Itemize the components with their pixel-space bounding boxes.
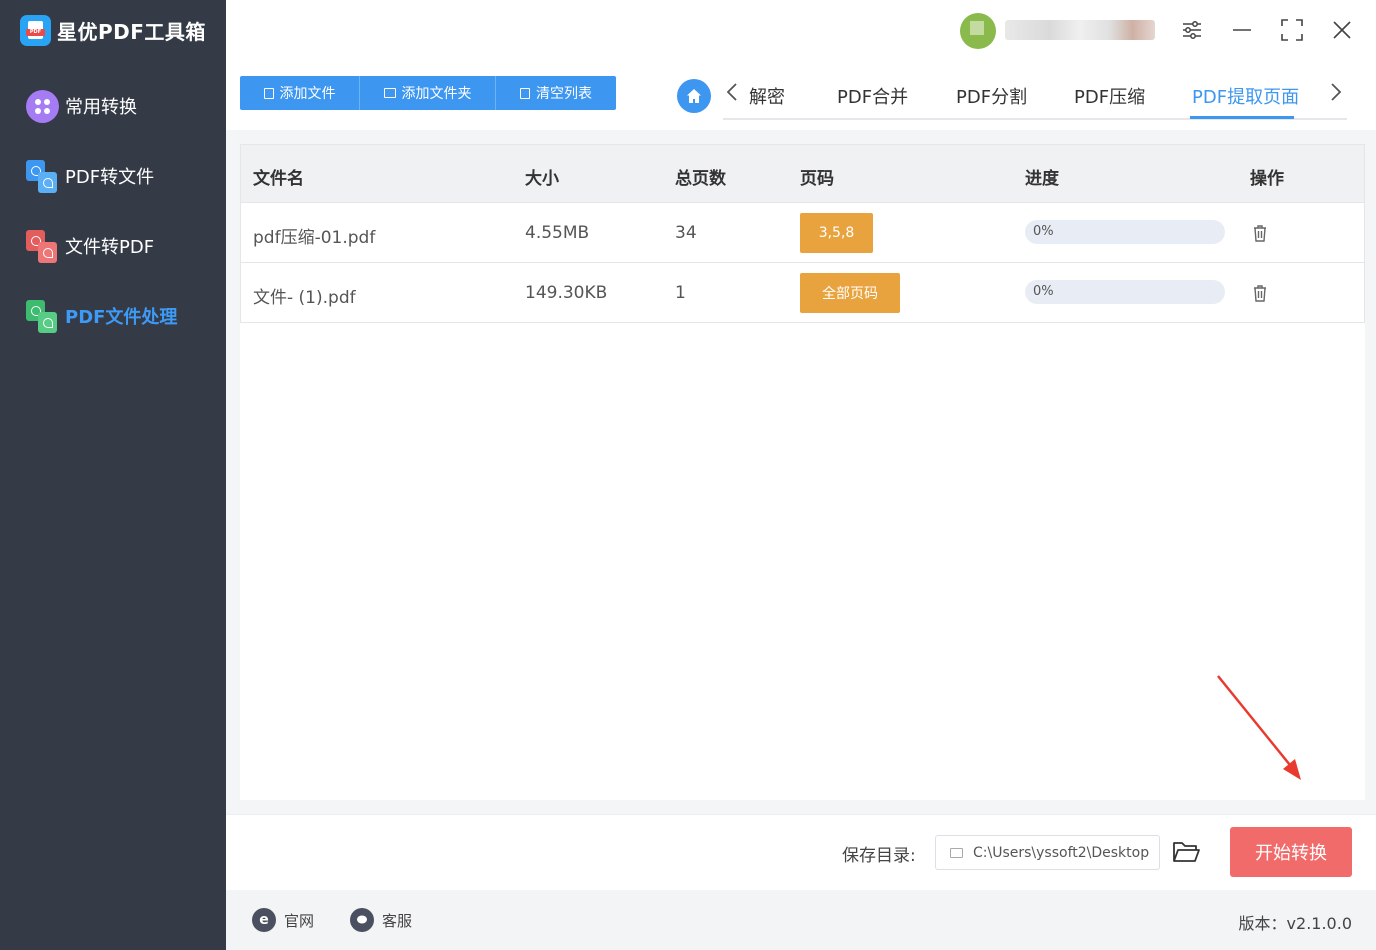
maximize-button[interactable] — [1277, 15, 1307, 45]
minimize-icon — [1233, 29, 1251, 31]
row-total-pages: 34 — [675, 223, 697, 243]
maximize-icon — [1281, 19, 1303, 41]
delete-row-button[interactable] — [1251, 223, 1269, 243]
user-avatar[interactable] — [960, 13, 996, 49]
sidebar-item-label: 常用转换 — [65, 97, 137, 118]
clear-list-button[interactable]: 清空列表 — [496, 76, 616, 110]
sidebar-item-label: PDF转文件 — [65, 167, 155, 188]
sidebar-item-label: PDF文件处理 — [65, 307, 178, 328]
tabs-prev-button[interactable] — [725, 81, 739, 109]
tab-decrypt[interactable]: 解密 — [749, 83, 785, 109]
folder-icon — [950, 847, 963, 858]
bottom-bar: 保存目录: C:\Users\yssoft2\Desktop 开始转换 — [226, 814, 1376, 890]
chevron-right-icon — [1331, 83, 1342, 101]
home-icon — [687, 89, 701, 103]
progress-bar: 0% — [1025, 220, 1225, 244]
page-range-button[interactable]: 3,5,8 — [800, 213, 873, 253]
close-button[interactable] — [1327, 15, 1357, 45]
function-tabs: 解密 PDF合并 PDF分割 PDF压缩 PDF提取页面 — [723, 75, 1347, 120]
file-to-pdf-icon — [26, 229, 59, 263]
website-label: 官网 — [284, 911, 315, 930]
file-table: 文件名 大小 总页数 页码 进度 操作 pdf压缩-01.pdf 4.55MB … — [240, 144, 1365, 800]
home-button[interactable] — [677, 79, 711, 113]
tabs-next-button[interactable] — [1329, 81, 1343, 109]
chat-bubble-icon — [350, 908, 374, 932]
website-link[interactable]: e 官网 — [252, 908, 314, 932]
add-folder-label: 添加文件夹 — [401, 86, 472, 102]
row-filename: 文件- (1).pdf — [253, 288, 356, 308]
folder-open-icon — [1173, 842, 1200, 862]
file-icon — [263, 87, 274, 99]
pdf-to-file-icon — [26, 159, 59, 193]
progress-text: 0% — [1033, 224, 1054, 239]
tab-pdf-split[interactable]: PDF分割 — [956, 83, 1027, 109]
app-logo-icon: PDF — [20, 14, 51, 46]
tab-pdf-compress[interactable]: PDF压缩 — [1074, 83, 1145, 109]
save-dir-value: C:\Users\yssoft2\Desktop — [973, 844, 1150, 861]
header-total-pages: 总页数 — [675, 169, 726, 189]
progress-text: 0% — [1033, 284, 1054, 299]
sidebar-item-label: 文件转PDF — [65, 237, 155, 258]
tab-pdf-extract-pages[interactable]: PDF提取页面 — [1192, 83, 1299, 109]
trash-icon — [520, 87, 530, 99]
table-row: 文件- (1).pdf 149.30KB 1 全部页码 0% — [240, 263, 1365, 323]
grid-circle-icon — [26, 89, 59, 123]
row-filename: pdf压缩-01.pdf — [253, 228, 376, 248]
active-tab-indicator — [1190, 116, 1294, 119]
browser-e-icon: e — [252, 908, 276, 932]
header-progress: 进度 — [1025, 169, 1059, 189]
close-icon — [1333, 21, 1351, 39]
add-folder-button[interactable]: 添加文件夹 — [360, 76, 496, 110]
support-link[interactable]: 客服 — [350, 908, 412, 932]
app-brand: PDF 星优PDF工具箱 — [20, 14, 206, 46]
save-dir-input[interactable]: C:\Users\yssoft2\Desktop — [935, 835, 1160, 870]
header-filename: 文件名 — [253, 169, 304, 189]
sidebar-item-pdf-process[interactable]: PDF文件处理 — [26, 298, 177, 334]
table-row: pdf压缩-01.pdf 4.55MB 34 3,5,8 0% — [240, 203, 1365, 263]
folder-icon — [383, 88, 396, 98]
tab-pdf-merge[interactable]: PDF合并 — [837, 83, 908, 109]
app-title: 星优PDF工具箱 — [57, 19, 206, 44]
chevron-left-icon — [726, 83, 737, 101]
table-header: 文件名 大小 总页数 页码 进度 操作 — [240, 144, 1365, 203]
row-size: 149.30KB — [525, 283, 608, 303]
support-label: 客服 — [382, 911, 413, 930]
sidebar-item-common-convert[interactable]: 常用转换 — [26, 88, 137, 124]
header-page-range: 页码 — [800, 169, 834, 189]
version-text: 版本：v2.1.0.0 — [1238, 914, 1352, 933]
annotation-arrow — [1217, 675, 1301, 780]
clear-list-label: 清空列表 — [536, 86, 592, 102]
sidebar-item-pdf-to-file[interactable]: PDF转文件 — [26, 158, 154, 194]
save-dir-label: 保存目录: — [842, 846, 916, 866]
header-action: 操作 — [1250, 169, 1284, 189]
header-size: 大小 — [525, 169, 559, 189]
minimize-button[interactable] — [1227, 15, 1257, 45]
start-convert-button[interactable]: 开始转换 — [1230, 827, 1352, 877]
delete-row-button[interactable] — [1251, 283, 1269, 303]
settings-button[interactable] — [1177, 15, 1207, 45]
browse-folder-button[interactable] — [1172, 839, 1200, 865]
footer: e 官网 客服 版本：v2.1.0.0 — [226, 890, 1376, 950]
file-toolbar: 添加文件 添加文件夹 清空列表 — [240, 76, 616, 110]
username-blurred — [1005, 20, 1155, 40]
row-total-pages: 1 — [675, 283, 686, 303]
sidebar-item-file-to-pdf[interactable]: 文件转PDF — [26, 228, 154, 264]
sliders-icon — [1183, 21, 1201, 39]
pdf-process-icon — [26, 299, 59, 333]
page-range-button[interactable]: 全部页码 — [800, 273, 900, 313]
sidebar: PDF 星优PDF工具箱 常用转换 PDF转文件 文件转PDF PDF文件处理 — [0, 0, 226, 950]
trash-icon — [1254, 225, 1266, 242]
row-size: 4.55MB — [525, 223, 590, 243]
trash-icon — [1254, 285, 1266, 302]
add-file-button[interactable]: 添加文件 — [240, 76, 360, 110]
add-file-label: 添加文件 — [279, 86, 336, 102]
progress-bar: 0% — [1025, 280, 1225, 304]
